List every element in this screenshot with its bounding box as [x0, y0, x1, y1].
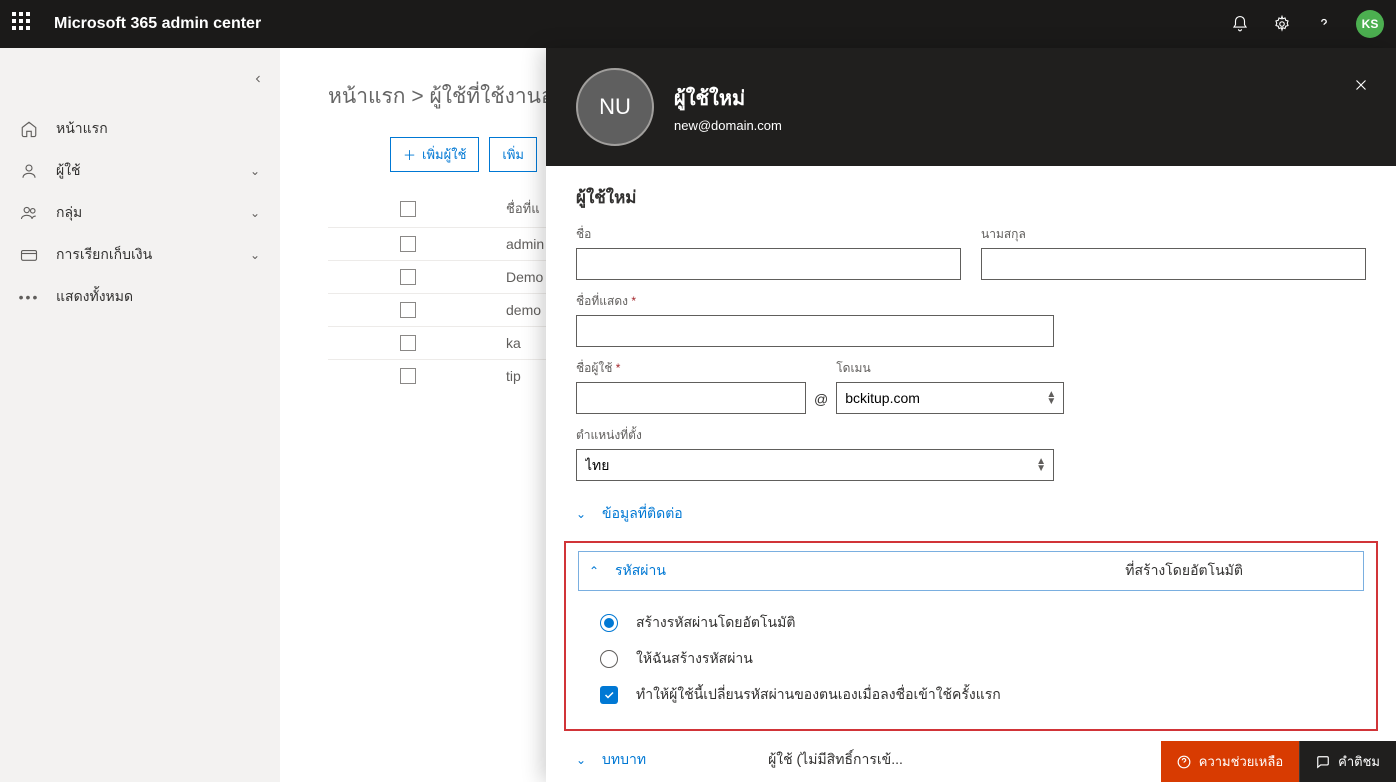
sidebar-item-label: กลุ่ม [56, 202, 82, 224]
dots-icon: ••• [20, 288, 38, 306]
help-icon[interactable] [1314, 14, 1334, 34]
chevron-up-icon: ⌃ [589, 564, 603, 578]
add-multi-button[interactable]: เพิ่ม [489, 137, 537, 172]
row-checkbox[interactable] [400, 335, 416, 351]
panel-email: new@domain.com [674, 118, 782, 133]
password-auto-label: สร้างรหัสผ่านโดยอัตโนมัติ [636, 612, 795, 634]
location-label: ตำแหน่งที่ตั้ง [576, 426, 1054, 445]
sidebar-item-showall[interactable]: ••• แสดงทั้งหมด [0, 276, 280, 318]
panel-title: ผู้ใช้ใหม่ [674, 82, 782, 114]
add-user-button[interactable]: ＋เพิ่มผู้ใช้ [390, 137, 479, 172]
sidebar-item-groups[interactable]: กลุ่ม ⌄ [0, 192, 280, 234]
password-summary: ที่สร้างโดยอัตโนมัติ [1125, 560, 1243, 582]
chevron-down-icon: ⌄ [250, 206, 260, 220]
top-bar: Microsoft 365 admin center KS [0, 0, 1396, 48]
footer-bar: ความช่วยเหลือ คำติชม [1161, 741, 1396, 782]
user-icon [20, 162, 38, 180]
new-user-panel: NU ผู้ใช้ใหม่ new@domain.com ผู้ใช้ใหม่ … [546, 48, 1396, 782]
user-avatar[interactable]: KS [1356, 10, 1384, 38]
roles-summary: ผู้ใช้ (ไม่มีสิทธิ์การเข้... [768, 749, 903, 771]
app-launcher-icon[interactable] [12, 12, 36, 36]
panel-avatar: NU [576, 68, 654, 146]
username-label: ชื่อผู้ใช้ * [576, 359, 806, 378]
chevron-down-icon: ⌄ [250, 164, 260, 178]
sidebar: หน้าแรก ผู้ใช้ ⌄ กลุ่ม ⌄ การเรียกเก็บเงิ… [0, 48, 280, 782]
close-icon[interactable] [1352, 76, 1370, 100]
select-all-checkbox[interactable] [400, 201, 416, 217]
first-name-input[interactable] [576, 248, 961, 280]
display-name-label: ชื่อที่แสดง * [576, 292, 1054, 311]
sidebar-item-users[interactable]: ผู้ใช้ ⌄ [0, 150, 280, 192]
panel-section-title: ผู้ใช้ใหม่ [576, 184, 1366, 211]
contact-section-toggle[interactable]: ⌄ ข้อมูลที่ติดต่อ [576, 493, 1366, 535]
domain-label: โดเมน [836, 359, 1064, 378]
sidebar-item-label: แสดงทั้งหมด [56, 286, 133, 308]
plus-icon: ＋ [403, 145, 416, 164]
roles-section-label: บทบาท [602, 749, 646, 771]
location-select[interactable]: ไทย [576, 449, 1054, 481]
settings-icon[interactable] [1272, 14, 1292, 34]
password-highlight-box: 4 ⌃ รหัสผ่าน ที่สร้างโดยอัตโนมัติ สร้างร… [564, 541, 1378, 731]
sidebar-item-billing[interactable]: การเรียกเก็บเงิน ⌄ [0, 234, 280, 276]
first-name-label: ชื่อ [576, 225, 961, 244]
sidebar-item-home[interactable]: หน้าแรก [0, 108, 280, 150]
chevron-down-icon: ⌄ [576, 507, 590, 521]
force-change-label: ทำให้ผู้ใช้นี้เปลี่ยนรหัสผ่านของตนเองเมื… [636, 684, 1001, 706]
force-change-checkbox[interactable] [600, 686, 618, 704]
app-title: Microsoft 365 admin center [54, 15, 261, 33]
sidebar-item-label: หน้าแรก [56, 118, 108, 140]
panel-header: NU ผู้ใช้ใหม่ new@domain.com [546, 48, 1396, 166]
password-auto-radio[interactable] [600, 614, 618, 632]
domain-select[interactable]: bckitup.com [836, 382, 1064, 414]
row-checkbox[interactable] [400, 302, 416, 318]
notifications-icon[interactable] [1230, 14, 1250, 34]
row-checkbox[interactable] [400, 269, 416, 285]
at-sign: @ [814, 391, 828, 414]
row-checkbox[interactable] [400, 368, 416, 384]
contact-section-label: ข้อมูลที่ติดต่อ [602, 503, 683, 525]
help-button[interactable]: ความช่วยเหลือ [1161, 741, 1299, 782]
password-section-toggle[interactable]: ⌃ รหัสผ่าน ที่สร้างโดยอัตโนมัติ [578, 551, 1364, 591]
last-name-label: นามสกุล [981, 225, 1366, 244]
last-name-input[interactable] [981, 248, 1366, 280]
sidebar-item-label: การเรียกเก็บเงิน [56, 244, 152, 266]
chevron-down-icon: ⌄ [576, 753, 590, 767]
password-manual-label: ให้ฉันสร้างรหัสผ่าน [636, 648, 753, 670]
row-checkbox[interactable] [400, 236, 416, 252]
feedback-button[interactable]: คำติชม [1299, 741, 1396, 782]
home-icon [20, 120, 38, 138]
collapse-sidebar-icon[interactable] [252, 72, 264, 90]
sidebar-item-label: ผู้ใช้ [56, 160, 81, 182]
display-name-input[interactable] [576, 315, 1054, 347]
group-icon [20, 204, 38, 222]
billing-icon [20, 246, 38, 264]
password-manual-radio[interactable] [600, 650, 618, 668]
username-input[interactable] [576, 382, 806, 414]
column-header: ชื่อที่แ [506, 198, 540, 219]
chevron-down-icon: ⌄ [250, 248, 260, 262]
password-section-label: รหัสผ่าน [615, 560, 666, 582]
